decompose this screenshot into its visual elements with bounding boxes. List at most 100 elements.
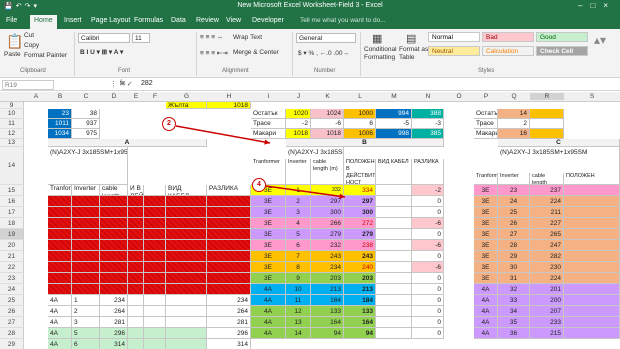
right-data-cell[interactable]: 33 [498,295,530,306]
right-data-cell[interactable]: 3E [474,251,498,262]
left-hatched-cell[interactable] [128,240,144,251]
left-hatched-cell[interactable] [207,218,251,229]
right-data-cell[interactable]: 3E [474,196,498,207]
center-data-cell[interactable]: 3E [251,262,286,273]
left-data-cell[interactable]: 4A [48,339,72,349]
center-header[interactable]: ВИД КАБЕЛ [376,159,412,185]
tab-developer[interactable]: Developer [252,17,284,24]
zhalta-value[interactable]: 1018 [207,102,251,109]
left-data-cell[interactable]: 4A [48,317,72,328]
center-data-cell[interactable]: 2 [286,196,311,207]
left-data-cell[interactable]: 296 [100,328,128,339]
tab-page-layout[interactable]: Page Layout [91,17,130,24]
right-data-cell[interactable]: 265 [530,229,564,240]
center-data-cell[interactable]: 213 [344,284,376,295]
wrap-text-button[interactable]: Wrap Text [233,34,262,41]
summary-value[interactable]: 998 [376,129,412,139]
center-data-cell[interactable]: 203 [344,273,376,284]
left-hatched-cell[interactable] [48,196,72,207]
center-data-cell[interactable]: 94 [344,328,376,339]
center-data-cell[interactable]: -6 [412,240,444,251]
left-data-cell[interactable]: 314 [207,339,251,349]
left-data-cell[interactable]: 264 [207,306,251,317]
center-data-cell[interactable]: 4A [251,295,286,306]
center-data-cell[interactable]: 1 [286,185,311,196]
row-header-29[interactable]: 29 [0,339,24,349]
right-data-cell[interactable]: 4A [474,328,498,339]
left-data-cell[interactable]: 2 [72,306,100,317]
right-data-cell[interactable] [564,218,620,229]
center-data-cell[interactable]: 133 [311,306,344,317]
left-table-title[interactable]: (N)A2XY-J 3x185SM+1x95SM [48,147,128,185]
right-data-cell[interactable]: 25 [498,207,530,218]
row-header-19[interactable]: 19 [0,229,24,240]
left-hatched-cell[interactable] [166,207,207,218]
summary-value[interactable]: 1006 [344,129,376,139]
right-summary-value[interactable]: 2 [498,119,530,129]
right-data-cell[interactable]: 224 [530,273,564,284]
right-data-cell[interactable]: 3E [474,273,498,284]
center-data-cell[interactable]: 133 [344,306,376,317]
center-header[interactable]: РАЗЛИКА [412,159,444,185]
center-data-cell[interactable]: 0 [412,306,444,317]
center-data-cell[interactable]: 234 [311,262,344,273]
left-hatched-cell[interactable] [100,196,128,207]
left-data-cell[interactable]: 5 [72,328,100,339]
left-hatched-cell[interactable] [72,262,100,273]
merge-center-button[interactable]: Merge & Center [233,49,279,56]
left-data-cell[interactable] [128,317,144,328]
right-data-cell[interactable]: 282 [530,251,564,262]
row-header-18[interactable]: 18 [0,218,24,229]
left-data-cell[interactable]: 1 [72,295,100,306]
center-data-cell[interactable] [376,306,412,317]
center-data-cell[interactable]: 3E [251,196,286,207]
left-hatched-cell[interactable] [100,262,128,273]
center-data-cell[interactable]: 3E [251,229,286,240]
center-data-cell[interactable]: 243 [344,251,376,262]
center-header[interactable]: Inverter [286,159,311,185]
column-header-G[interactable]: G [166,93,207,100]
format-as-table-button[interactable]: Format as Table [399,46,429,62]
left-data-cell[interactable] [166,306,207,317]
left-hatched-cell[interactable] [207,196,251,207]
left-hatched-cell[interactable] [166,284,207,295]
center-data-cell[interactable]: 6 [286,240,311,251]
right-data-cell[interactable]: 247 [530,240,564,251]
row-header-26[interactable]: 26 [0,306,24,317]
center-data-cell[interactable]: 4A [251,317,286,328]
left-hatched-cell[interactable] [144,229,166,240]
row-header-9[interactable]: 9 [0,102,24,109]
right-data-cell[interactable]: 34 [498,306,530,317]
summary-value[interactable]: -3 [412,119,444,129]
left-hatched-cell[interactable] [128,262,144,273]
right-summary-value[interactable]: 16 [498,129,530,139]
row-header-14[interactable]: 14 [0,147,24,185]
center-data-cell[interactable] [376,218,412,229]
insert-function-icon[interactable]: fx [120,80,125,87]
center-data-cell[interactable]: 8 [286,262,311,273]
left-data-cell[interactable] [128,339,144,349]
left-data-cell[interactable]: 281 [207,317,251,328]
style-normal[interactable]: Normal [428,32,480,42]
section-b-header[interactable]: B [286,139,444,147]
column-header-A[interactable]: A [24,93,48,100]
left-data-cell[interactable]: 4A [48,295,72,306]
center-data-cell[interactable]: 0 [412,196,444,207]
left-top-key[interactable]: 1034 [48,129,72,139]
summary-label[interactable]: Макари [251,129,286,139]
left-top-value[interactable]: 38 [72,109,100,119]
left-hatched-cell[interactable] [72,284,100,295]
center-data-cell[interactable]: 3E [251,207,286,218]
row-header-24[interactable]: 24 [0,284,24,295]
left-hatched-cell[interactable] [128,251,144,262]
column-header-O[interactable]: O [444,93,474,100]
left-data-cell[interactable] [128,328,144,339]
left-header[interactable]: cable length [100,185,128,196]
right-data-cell[interactable]: 27 [498,229,530,240]
right-data-cell[interactable]: 30 [498,262,530,273]
center-data-cell[interactable]: 0 [412,207,444,218]
right-summary-cell[interactable] [530,109,564,119]
tab-file[interactable]: File [6,17,17,24]
left-hatched-cell[interactable] [144,240,166,251]
right-data-cell[interactable]: 3E [474,229,498,240]
